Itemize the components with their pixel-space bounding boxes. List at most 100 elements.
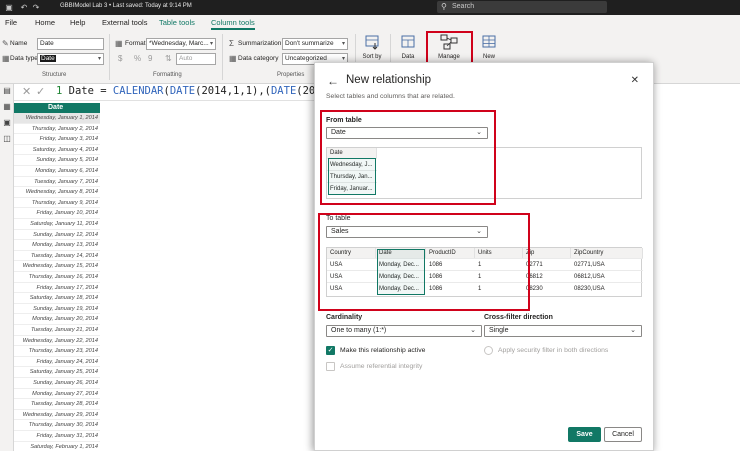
table-row[interactable]: Sunday, January 26, 2014 bbox=[14, 378, 100, 389]
table-row[interactable]: Thursday, January 23, 2014 bbox=[14, 346, 100, 357]
table-row[interactable]: Thursday, January 30, 2014 bbox=[14, 420, 100, 431]
table-row[interactable]: Tuesday, January 7, 2014 bbox=[14, 177, 100, 188]
table-row[interactable]: Saturday, February 1, 2014 bbox=[14, 442, 100, 451]
name-icon: ✎ bbox=[2, 39, 9, 48]
table-row[interactable]: Monday, January 13, 2014 bbox=[14, 240, 100, 251]
table-row[interactable]: Wednesday, January 15, 2014 bbox=[14, 261, 100, 272]
model-view-icon[interactable]: ▣ bbox=[2, 118, 12, 128]
formula-args: (2014,1,1),( bbox=[195, 85, 271, 97]
cardinality-label: Cardinality bbox=[326, 314, 363, 321]
percent-button[interactable]: % bbox=[134, 54, 141, 63]
name-input[interactable]: Date bbox=[37, 38, 104, 50]
summarization-select[interactable]: Don't summarize ▾ bbox=[282, 38, 348, 50]
table-row[interactable]: Friday, January 3, 2014 bbox=[14, 134, 100, 145]
format-select[interactable]: *Wednesday, Marc... ▾ bbox=[146, 38, 216, 50]
tab-help[interactable]: Help bbox=[70, 18, 85, 27]
crossfilter-select[interactable]: Single ⌄ bbox=[484, 325, 642, 337]
table-row[interactable]: Wednesday, January 29, 2014 bbox=[14, 410, 100, 421]
table-view-icon[interactable]: ▦ bbox=[2, 102, 12, 112]
table-row[interactable]: Friday, January 31, 2014 bbox=[14, 431, 100, 442]
make-active-label: Make this relationship active bbox=[340, 347, 426, 354]
security-filter-label: Apply security filter in both directions bbox=[498, 347, 609, 354]
referential-integrity-label: Assume referential integrity bbox=[340, 363, 423, 370]
to-table-highlight-box bbox=[318, 213, 530, 311]
table-row[interactable]: Monday, January 27, 2014 bbox=[14, 389, 100, 400]
format-label: Format bbox=[125, 40, 146, 47]
table-row[interactable]: Wednesday, January 8, 2014 bbox=[14, 187, 100, 198]
table-row[interactable]: Tuesday, January 14, 2014 bbox=[14, 251, 100, 262]
formula-bar[interactable]: ✕ ✓ 1 Date = CALENDAR(DATE(2014,1,1),(DA… bbox=[14, 84, 322, 101]
decimal-icon: ⇅ bbox=[165, 54, 172, 63]
cancel-button[interactable]: Cancel bbox=[604, 427, 642, 442]
report-view-icon[interactable]: ▤ bbox=[2, 86, 12, 96]
table-row[interactable]: Sunday, January 19, 2014 bbox=[14, 304, 100, 315]
datatype-select[interactable]: Date ▾ bbox=[37, 53, 104, 65]
group-label-formatting: Formatting bbox=[153, 72, 182, 78]
save-icon[interactable]: ▣ bbox=[3, 2, 15, 13]
undo-icon[interactable]: ↶ bbox=[18, 2, 30, 13]
crossfilter-value: Single bbox=[489, 327, 509, 334]
chevron-down-icon: ▾ bbox=[97, 56, 101, 62]
search-box[interactable]: ⚲ Search bbox=[437, 1, 607, 13]
search-placeholder: Search bbox=[452, 3, 475, 10]
table-row[interactable]: Friday, January 17, 2014 bbox=[14, 283, 100, 294]
table-row[interactable]: Wednesday, January 22, 2014 bbox=[14, 336, 100, 347]
table-row[interactable]: Saturday, January 4, 2014 bbox=[14, 145, 100, 156]
tab-external-tools[interactable]: External tools bbox=[102, 18, 147, 27]
table-row[interactable]: Thursday, January 9, 2014 bbox=[14, 198, 100, 209]
tab-column-tools[interactable]: Column tools bbox=[211, 18, 255, 27]
table-row[interactable]: Friday, January 10, 2014 bbox=[14, 208, 100, 219]
chevron-down-icon: ▾ bbox=[341, 41, 345, 47]
table-row[interactable]: Tuesday, January 21, 2014 bbox=[14, 325, 100, 336]
table-row[interactable]: Saturday, January 11, 2014 bbox=[14, 219, 100, 230]
security-filter-checkbox[interactable] bbox=[484, 346, 493, 355]
format-icon: ▦ bbox=[115, 39, 123, 48]
cancel-formula-icon[interactable]: ✕ bbox=[22, 85, 31, 98]
table-row[interactable]: Wednesday, January 1, 2014 bbox=[14, 113, 100, 124]
table-row[interactable]: Monday, January 20, 2014 bbox=[14, 314, 100, 325]
cardinality-value: One to many (1:*) bbox=[331, 327, 387, 334]
to-preview-header[interactable]: ZipCountry bbox=[571, 248, 643, 258]
table-row[interactable]: Sunday, January 5, 2014 bbox=[14, 155, 100, 166]
formula-line-number: 1 bbox=[56, 85, 63, 97]
dax-query-icon[interactable]: ◫ bbox=[2, 134, 12, 144]
column-header-date[interactable]: Date bbox=[14, 103, 100, 113]
datatype-value: Date bbox=[40, 55, 56, 62]
make-active-checkbox[interactable]: ✓ bbox=[326, 346, 335, 355]
search-icon: ⚲ bbox=[441, 2, 447, 11]
table-row[interactable]: Saturday, January 25, 2014 bbox=[14, 367, 100, 378]
save-button[interactable]: Save bbox=[568, 427, 601, 442]
referential-integrity-checkbox[interactable] bbox=[326, 362, 335, 371]
formula-text[interactable]: 1 Date = CALENDAR(DATE(2014,1,1),(DATE(2… bbox=[56, 85, 322, 97]
cardinality-select[interactable]: One to many (1:*) ⌄ bbox=[326, 325, 482, 337]
table-row[interactable]: Thursday, January 2, 2014 bbox=[14, 124, 100, 135]
table-row[interactable]: Friday, January 24, 2014 bbox=[14, 357, 100, 368]
tab-file[interactable]: File bbox=[5, 18, 17, 27]
title-bar: ▣ ↶ ↷ GBBIModel Lab 3 • Last saved: Toda… bbox=[0, 0, 740, 15]
new-table-icon bbox=[482, 35, 496, 48]
table-row[interactable]: Saturday, January 18, 2014 bbox=[14, 293, 100, 304]
group-label-properties: Properties bbox=[277, 72, 305, 78]
canvas-background bbox=[100, 101, 314, 451]
format-value: *Wednesday, Marc... bbox=[149, 40, 209, 47]
group-label-structure: Structure bbox=[42, 72, 67, 78]
decimals-input[interactable]: Auto bbox=[176, 53, 216, 65]
tab-home[interactable]: Home bbox=[35, 18, 55, 27]
currency-button[interactable]: $ bbox=[118, 54, 122, 63]
table-row[interactable]: Thursday, January 16, 2014 bbox=[14, 272, 100, 283]
redo-icon[interactable]: ↷ bbox=[30, 2, 42, 13]
table-row[interactable]: Monday, January 6, 2014 bbox=[14, 166, 100, 177]
table-row[interactable]: Sunday, January 12, 2014 bbox=[14, 230, 100, 241]
back-arrow-icon[interactable]: ← bbox=[327, 74, 339, 88]
category-label: Data category bbox=[238, 55, 279, 62]
tab-table-tools[interactable]: Table tools bbox=[159, 18, 195, 27]
close-icon[interactable]: ✕ bbox=[631, 75, 639, 86]
chevron-down-icon: ⌄ bbox=[630, 327, 636, 334]
summarization-label: Summarization bbox=[238, 40, 282, 47]
name-label: Name bbox=[10, 40, 28, 47]
to-preview-cell: 08230 bbox=[523, 282, 571, 294]
table-row[interactable]: Tuesday, January 28, 2014 bbox=[14, 399, 100, 410]
to-preview-header[interactable]: Zip bbox=[523, 248, 571, 258]
comma-button[interactable]: 9 bbox=[148, 54, 152, 63]
commit-formula-icon[interactable]: ✓ bbox=[36, 85, 45, 98]
